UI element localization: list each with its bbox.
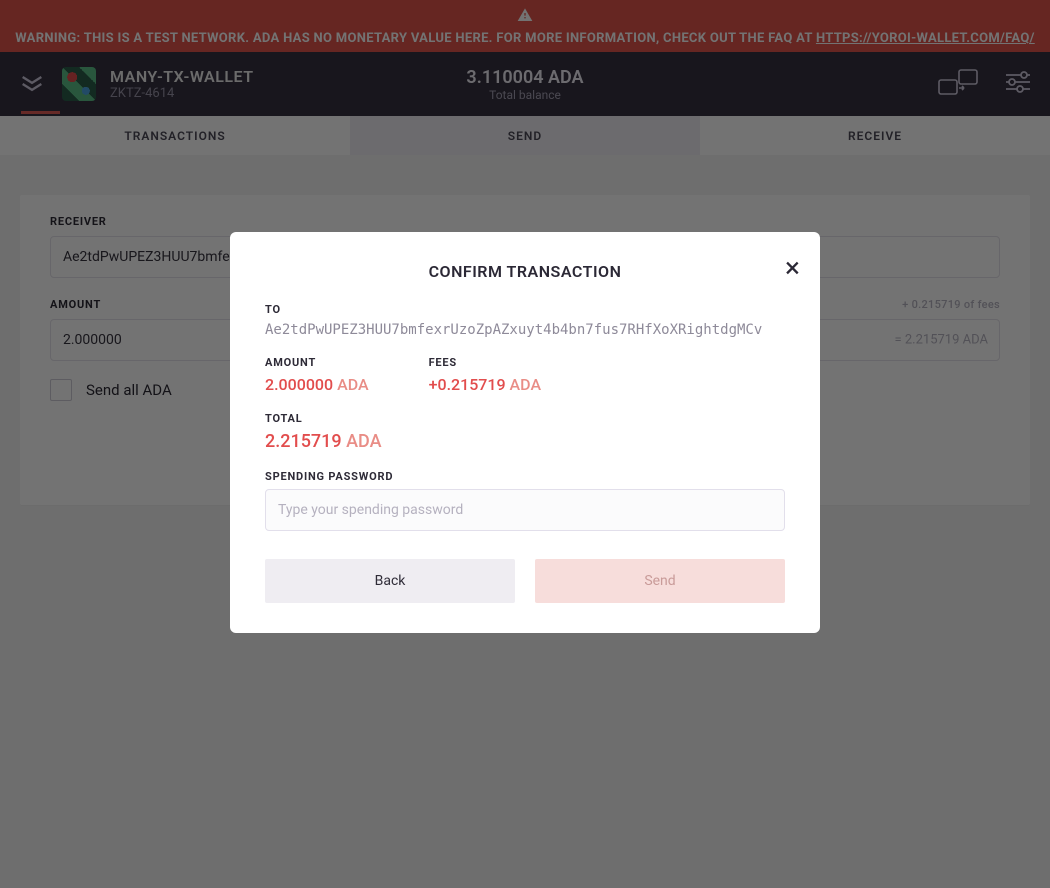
spending-password-input[interactable]	[265, 489, 785, 531]
modal-title: CONFIRM TRANSACTION	[265, 262, 785, 281]
close-icon[interactable]: ×	[785, 254, 800, 282]
to-address: Ae2tdPwUPEZ3HUU7bmfexrUzoZpAZxuyt4b4bn7f…	[265, 322, 785, 338]
modal-total-label: TOTAL	[265, 412, 785, 425]
modal-amount-value: 2.000000 ADA	[265, 375, 369, 394]
modal-amount-label: AMOUNT	[265, 356, 369, 369]
to-label: TO	[265, 303, 785, 316]
send-button[interactable]: Send	[535, 559, 785, 603]
modal-fees-value: +0.215719 ADA	[429, 375, 541, 394]
back-button[interactable]: Back	[265, 559, 515, 603]
password-label: SPENDING PASSWORD	[265, 470, 785, 483]
confirm-transaction-modal: CONFIRM TRANSACTION × TO Ae2tdPwUPEZ3HUU…	[230, 232, 820, 633]
modal-total-value: 2.215719 ADA	[265, 431, 785, 452]
modal-fees-label: FEES	[429, 356, 541, 369]
